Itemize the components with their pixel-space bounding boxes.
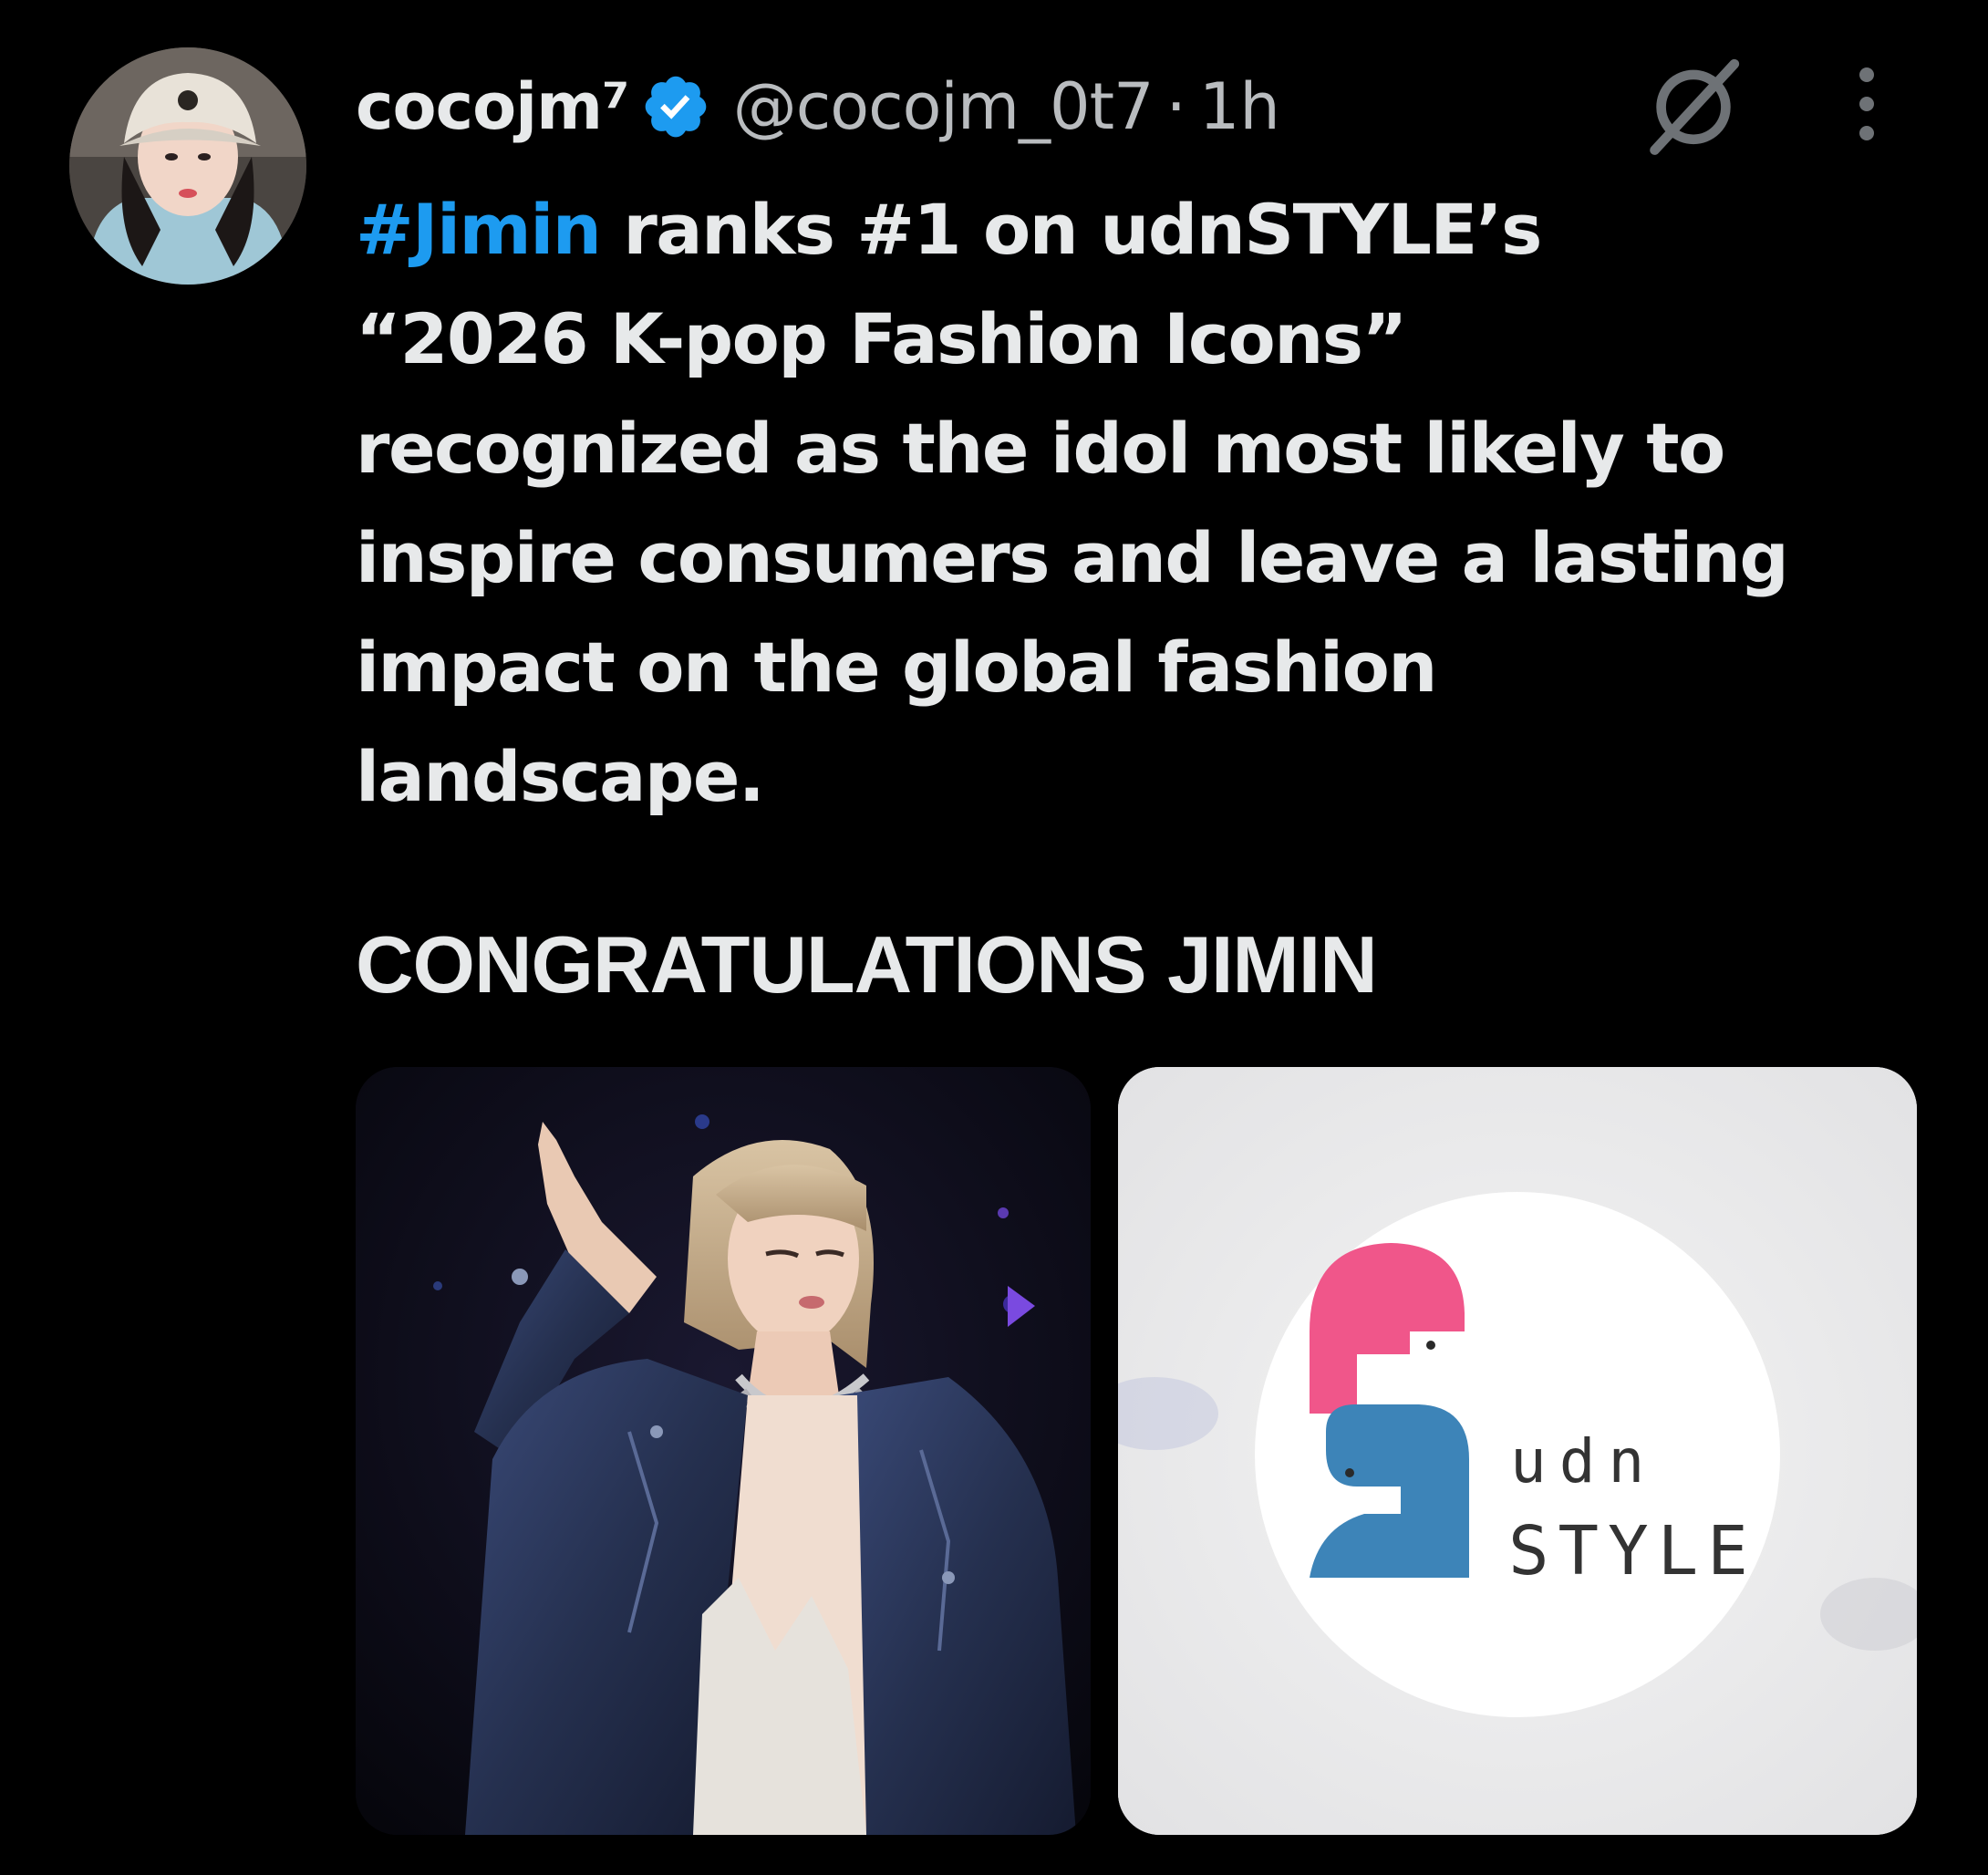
- hashtag-link[interactable]: #Jimin: [356, 189, 602, 270]
- verified-badge-icon[interactable]: [640, 71, 711, 142]
- avatar-image: [69, 47, 306, 285]
- tweet-text: #Jimin ranks #1 on udnSTYLE’s “2026 K-po…: [356, 175, 1924, 832]
- timestamp[interactable]: 1h: [1199, 69, 1280, 144]
- user-avatar[interactable]: [69, 47, 306, 285]
- media-image-jimin[interactable]: [356, 1067, 1091, 1835]
- separator-dot: ·: [1165, 69, 1186, 144]
- congrats-text: CONGRATULATIONS JIMIN: [356, 919, 1378, 1010]
- tweet-text-line-5: impact on the global fashion: [356, 627, 1437, 708]
- media-image-udnstyle-logo[interactable]: udn STYLE: [1118, 1067, 1917, 1835]
- tweet-text-line-3: recognized as the idol most likely to: [356, 408, 1725, 489]
- tweet-text-line-1-rest: ranks #1 on udnSTYLE’s: [600, 189, 1542, 270]
- grok-icon[interactable]: [1640, 51, 1747, 159]
- user-handle[interactable]: @cocojm_0t7: [733, 69, 1154, 144]
- tweet-text-line-2: “2026 K-pop Fashion Icons”: [356, 298, 1408, 379]
- tweet-text-line-4: inspire consumers and leave a lasting: [356, 517, 1789, 598]
- tweet-text-line-6: landscape.: [356, 736, 765, 817]
- logo-text-udn: udn: [1510, 1426, 1657, 1497]
- logo-text-style: STYLE: [1508, 1512, 1757, 1590]
- display-name[interactable]: cocojm⁷: [356, 69, 630, 144]
- tweet-container: cocojm⁷ @cocojm_0t7 · 1h #Jimin ranks #1…: [0, 0, 1988, 1875]
- more-options-icon[interactable]: [1844, 58, 1890, 150]
- tweet-text-line-1: #Jimin ranks #1 on udnSTYLE’s: [356, 175, 1924, 285]
